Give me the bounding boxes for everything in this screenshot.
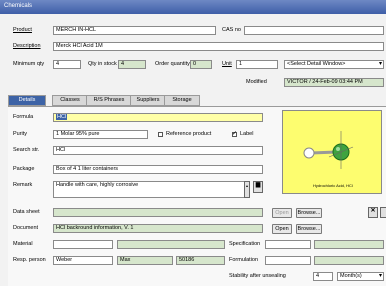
- material-description-field: [117, 240, 225, 249]
- remark-field[interactable]: Handle with care, highly corrosive: [53, 181, 245, 198]
- remark-spin-icon[interactable]: ▴: [244, 181, 250, 198]
- cas-field[interactable]: [244, 26, 384, 35]
- search-str-field[interactable]: HCl: [53, 146, 263, 155]
- product-field[interactable]: MERCH IN-HCL: [53, 26, 216, 35]
- tab-rs-phrases[interactable]: R/S Phrases: [86, 95, 132, 106]
- resp-person-firstname-field: Max: [117, 256, 173, 265]
- qty-stock-field: 4: [118, 60, 146, 69]
- document-field: HCl backround information, V. 1: [53, 224, 263, 233]
- modified-label: Modified: [246, 79, 267, 85]
- document-browse-button[interactable]: Browse...: [296, 224, 322, 234]
- molecule-caption: Hydrochloric Acid, HCl: [313, 183, 353, 188]
- resp-person-phone-field: 50186: [176, 256, 225, 265]
- specification-field[interactable]: [265, 240, 311, 249]
- tab-details[interactable]: Details: [8, 95, 46, 106]
- formula-field[interactable]: HCl: [53, 113, 263, 122]
- formulation-label: Formulation: [229, 257, 259, 263]
- reference-product-checkbox[interactable]: [158, 132, 163, 137]
- window-title: Chemicals: [4, 3, 33, 9]
- resp-person-field[interactable]: Weber: [53, 256, 113, 265]
- formula-label: Formula: [13, 114, 34, 120]
- stability-unit-select[interactable]: Month(s): [337, 272, 384, 281]
- stability-label: Stability after unsealing: [229, 273, 286, 279]
- window-title-bar: Chemicals: [0, 0, 386, 14]
- description-label: Description: [13, 43, 41, 49]
- document-open-button[interactable]: Open: [272, 224, 292, 234]
- data-sheet-browse-button[interactable]: Browse...: [296, 208, 322, 218]
- data-sheet-label: Data sheet: [13, 209, 40, 215]
- material-field[interactable]: [53, 240, 113, 249]
- tab-suppliers[interactable]: Suppliers: [130, 95, 166, 106]
- remark-label: Remark: [13, 182, 33, 188]
- purity-label: Purity: [13, 131, 28, 137]
- material-label: Material: [13, 241, 33, 247]
- formulation-description-field: [314, 256, 384, 265]
- label-checkbox-label: Label: [240, 131, 254, 137]
- tab-classes[interactable]: Classes: [52, 95, 88, 106]
- reference-product-label: Reference product: [166, 131, 212, 137]
- specification-label: Specification: [229, 241, 261, 247]
- chemicals-window: Chemicals Product MERCH IN-HCL CAS no De…: [0, 0, 386, 286]
- order-qty-label: Order quantity: [155, 61, 190, 67]
- modified-field: VICTOR / 24-Feb-09 03:44 PM: [284, 78, 384, 87]
- min-qty-label: Minimum qty: [13, 61, 45, 67]
- notes-icon[interactable]: ▆: [253, 181, 263, 193]
- specification-description-field: [314, 240, 384, 249]
- unit-label: Unit: [222, 61, 232, 67]
- extra-icon[interactable]: [380, 207, 386, 218]
- min-qty-field[interactable]: 4: [53, 60, 81, 69]
- stability-unit-value: Month(s): [340, 273, 362, 279]
- detail-window-value: <Select Detail Window>: [287, 61, 346, 67]
- qty-stock-label: Qty in stock: [88, 61, 117, 67]
- detail-window-select[interactable]: <Select Detail Window>: [284, 60, 384, 69]
- description-field[interactable]: Merck HCl Acid 1M: [53, 42, 384, 51]
- stability-field[interactable]: 4: [313, 272, 333, 281]
- purity-field[interactable]: 1 Molar 95% pure: [53, 130, 148, 139]
- label-checkbox[interactable]: [232, 130, 237, 137]
- document-label: Document: [13, 225, 39, 231]
- molecule-image: Hydrochloric Acid, HCl: [282, 110, 382, 194]
- package-label: Package: [13, 166, 35, 172]
- delete-icon[interactable]: ✕: [368, 207, 378, 218]
- tab-storage[interactable]: Storage: [164, 95, 200, 106]
- unit-field[interactable]: 1: [236, 60, 278, 69]
- resp-person-label: Resp. person: [13, 257, 46, 263]
- data-sheet-open-button[interactable]: Open: [272, 208, 292, 218]
- search-str-label: Search str.: [13, 147, 40, 153]
- data-sheet-field: [53, 208, 263, 217]
- formula-value: HCl: [56, 114, 68, 120]
- order-qty-field: 0: [190, 60, 212, 69]
- cas-label: CAS no: [222, 27, 241, 33]
- package-field[interactable]: Box of 4 1 liter containers: [53, 165, 263, 174]
- product-label: Product: [13, 27, 32, 33]
- formulation-field[interactable]: [265, 256, 311, 265]
